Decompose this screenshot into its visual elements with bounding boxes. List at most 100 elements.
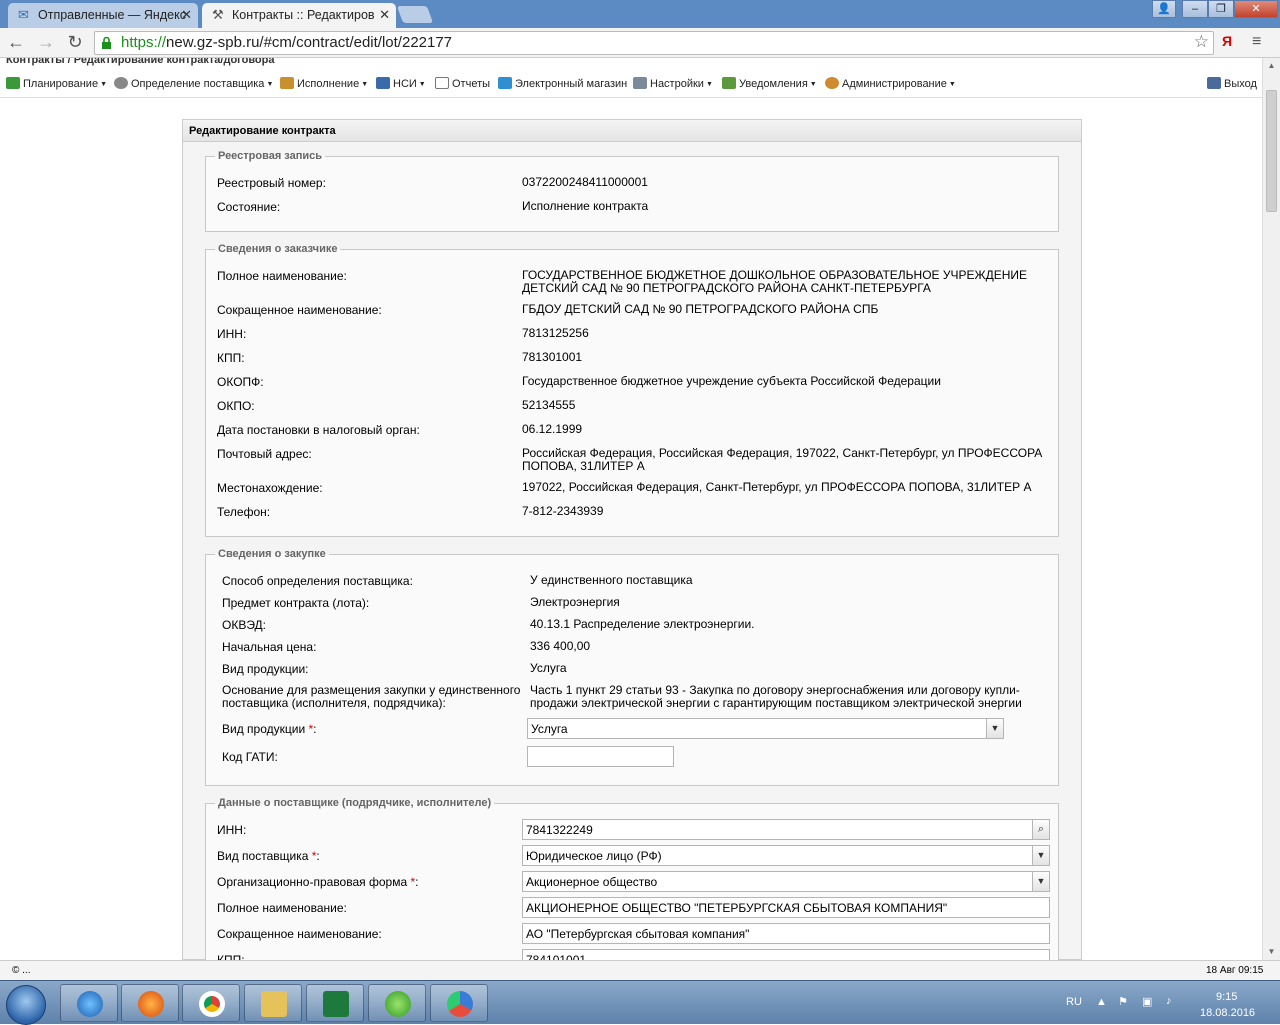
menu-icon[interactable]: ≡: [1252, 33, 1261, 51]
network-icon[interactable]: ▣: [1142, 995, 1152, 1008]
customer-section: Сведения о заказчике Полное наименование…: [205, 243, 1059, 537]
menu-planning[interactable]: Планирование ▼: [6, 77, 107, 90]
chevron-down-icon[interactable]: ▼: [1032, 872, 1049, 891]
exit-button[interactable]: Выход: [1207, 77, 1257, 90]
supplier-short-name-input[interactable]: АО "Петербургская сбытовая компания": [522, 923, 1050, 944]
status-datetime: 18 Авг 09:15: [1206, 965, 1264, 976]
menu-e-shop[interactable]: Электронный магазин: [498, 77, 627, 90]
chevron-down-icon[interactable]: ▼: [1032, 846, 1049, 865]
customer-tax-date: 06.12.1999: [522, 422, 583, 436]
profile-icon[interactable]: 👤: [1152, 0, 1176, 18]
product-type-text: Услуга: [530, 661, 567, 675]
contract-status: Исполнение контракта: [522, 199, 649, 213]
recycle-icon[interactable]: [430, 984, 488, 1022]
menu-execution[interactable]: Исполнение ▼: [280, 77, 368, 90]
field-label: Почтовый адрес:: [217, 447, 312, 461]
start-button[interactable]: [6, 985, 46, 1025]
supplier-method: У единственного поставщика: [530, 573, 693, 587]
field-label: Сокращенное наименование:: [217, 927, 382, 941]
report-icon: [435, 77, 449, 89]
page-scrollbar[interactable]: ▲ ▼: [1262, 58, 1280, 960]
initial-price: 336 400,00: [530, 639, 591, 653]
browser-toolbar: ← → ↻ https://new.gz-spb.ru/#cm/contract…: [0, 28, 1280, 58]
flag-icon[interactable]: ⚑: [1118, 995, 1128, 1008]
registry-section: Реестровая запись Реестровый номер: 0372…: [205, 150, 1059, 232]
field-label: Способ определения поставщика:: [222, 574, 413, 588]
scroll-down-icon[interactable]: ▼: [1263, 944, 1280, 960]
tab-contracts[interactable]: ⚒ Контракты :: Редактиров ✕: [202, 3, 396, 28]
gati-code-input[interactable]: [527, 746, 674, 767]
address-bar[interactable]: https://new.gz-spb.ru/#cm/contract/edit/…: [94, 31, 1214, 55]
gear-icon: [114, 77, 128, 89]
close-icon[interactable]: ✕: [181, 3, 192, 27]
chrome-icon[interactable]: [182, 984, 240, 1022]
single-supplier-basis: Часть 1 пункт 29 статьи 93 - Закупка по …: [530, 683, 1022, 710]
messenger-icon[interactable]: [368, 984, 426, 1022]
scroll-thumb[interactable]: [1266, 90, 1277, 212]
section-legend: Данные о поставщике (подрядчике, исполни…: [218, 797, 492, 809]
customer-inn: 7813125256: [522, 326, 589, 340]
back-arrow-icon[interactable]: ←: [4, 31, 28, 55]
bookmark-star-icon[interactable]: ☆: [1194, 32, 1209, 52]
field-label: Реестровый номер:: [217, 176, 326, 190]
field-label: ИНН:: [217, 823, 247, 837]
scroll-up-icon[interactable]: ▲: [1263, 58, 1280, 74]
tab-title: Отправленные — Яндекс: [38, 8, 186, 22]
menu-reports[interactable]: Отчеты: [435, 77, 490, 90]
menu-supplier-definition[interactable]: Определение поставщика ▼: [114, 77, 273, 90]
menu-nsi[interactable]: НСИ ▼: [376, 77, 426, 90]
file-explorer-icon[interactable]: [244, 984, 302, 1022]
yandex-icon[interactable]: Я: [1222, 33, 1232, 49]
supplier-type-select[interactable]: Юридическое лицо (РФ) ▼: [522, 845, 1050, 866]
maximize-button[interactable]: ❐: [1208, 0, 1234, 18]
supplier-full-name-input[interactable]: АКЦИОНЕРНОЕ ОБЩЕСТВО "ПЕТЕРБУРГСКАЯ СБЫТ…: [522, 897, 1050, 918]
wrench-icon: [633, 77, 647, 89]
close-window-button[interactable]: ✕: [1234, 0, 1278, 18]
search-icon[interactable]: ⌕: [1032, 820, 1049, 839]
volume-icon[interactable]: ♪: [1166, 995, 1172, 1007]
close-icon[interactable]: ✕: [379, 3, 390, 27]
supplier-section: Данные о поставщике (подрядчике, исполни…: [205, 797, 1059, 977]
status-left: © ...: [12, 965, 31, 976]
firefox-icon[interactable]: [121, 984, 179, 1022]
customer-okpo: 52134555: [522, 398, 576, 412]
minimize-button[interactable]: –: [1182, 0, 1208, 18]
field-label: Сокращенное наименование:: [217, 303, 382, 317]
clock-time[interactable]: 9:15: [1216, 991, 1237, 1003]
menu-administration[interactable]: Администрирование ▼: [825, 77, 956, 90]
field-label: Полное наименование:: [217, 269, 347, 283]
execution-icon: [280, 77, 294, 89]
url-scheme: https://: [121, 34, 167, 51]
new-tab-button[interactable]: [396, 6, 434, 23]
internet-explorer-icon[interactable]: [60, 984, 118, 1022]
field-label: Местонахождение:: [217, 481, 323, 495]
customer-full-name: ГОСУДАРСТВЕННОЕ БЮДЖЕТНОЕ ДОШКОЛЬНОЕ ОБР…: [522, 268, 1028, 295]
user-icon: [825, 77, 839, 89]
panel-title: Редактирование контракта: [183, 120, 1081, 142]
lock-icon: [102, 36, 111, 49]
forward-arrow-icon[interactable]: →: [34, 31, 58, 55]
supplier-inn-input[interactable]: 7841322249 ⌕: [522, 819, 1050, 840]
menu-notifications[interactable]: Уведомления ▼: [722, 77, 817, 90]
tab-yandex-mail[interactable]: ✉ Отправленные — Яндекс ✕: [8, 3, 198, 28]
chevron-down-icon[interactable]: ▼: [986, 719, 1003, 738]
section-legend: Реестровая запись: [218, 150, 323, 162]
url-text: new.gz-spb.ru/#cm/contract/edit/lot/2221…: [166, 34, 453, 51]
section-legend: Сведения о заказчике: [218, 243, 338, 255]
field-label: Начальная цена:: [222, 640, 317, 654]
language-indicator[interactable]: RU: [1066, 996, 1082, 1008]
field-label: Предмет контракта (лота):: [222, 596, 370, 610]
chevron-up-icon[interactable]: ▲: [1096, 996, 1107, 1008]
legal-form-select[interactable]: Акционерное общество ▼: [522, 871, 1050, 892]
field-label: Полное наименование:: [217, 901, 347, 915]
customer-postal-address: Российская Федерация, Российская Федерац…: [522, 446, 1043, 473]
menu-settings[interactable]: Настройки ▼: [633, 77, 713, 90]
field-label: Вид поставщика *:: [217, 849, 320, 863]
reload-icon[interactable]: ↻: [63, 31, 87, 55]
clock-date[interactable]: 18.08.2016: [1200, 1007, 1255, 1019]
customer-phone: 7-812-2343939: [522, 504, 604, 518]
excel-icon[interactable]: [306, 984, 364, 1022]
book-icon: [376, 77, 390, 89]
field-label: ОКОПФ:: [217, 375, 264, 389]
product-type-select[interactable]: Услуга ▼: [527, 718, 1004, 739]
